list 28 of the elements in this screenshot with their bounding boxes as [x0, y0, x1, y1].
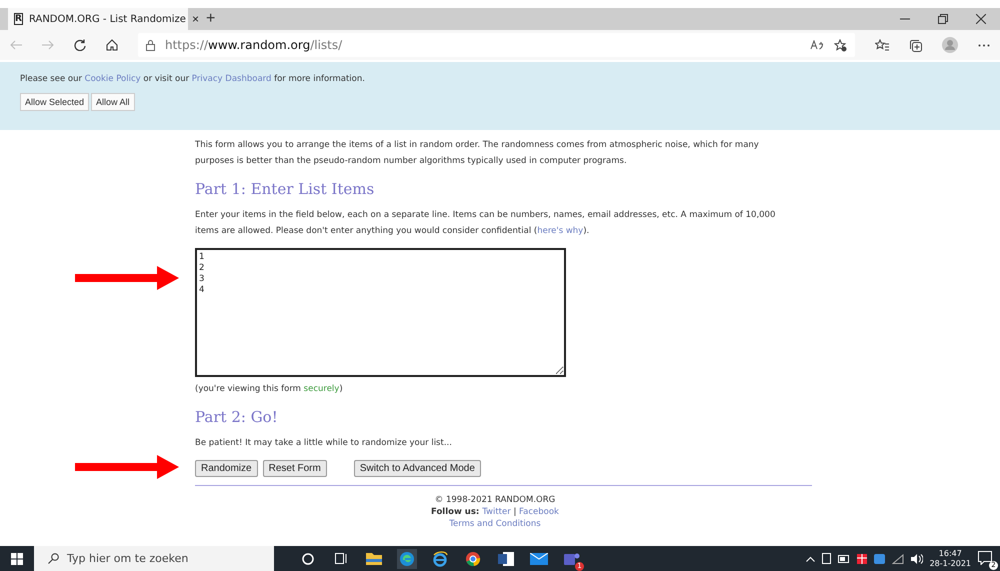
advanced-mode-button[interactable]: Switch to Advanced Mode	[354, 460, 481, 477]
twitter-link[interactable]: Twitter	[482, 507, 511, 517]
secure-note: (you're viewing this form securely)	[195, 383, 344, 396]
form-button[interactable]: Randomize	[195, 460, 258, 477]
taskbar-search-field[interactable]: Typ hier om te zoeken	[34, 546, 274, 571]
address-bar[interactable]: https://www.random.org/lists/	[138, 33, 855, 57]
section-heading: Part 2: Go!	[195, 407, 279, 427]
cookie-button[interactable]: Allow All	[91, 93, 135, 111]
r-logo-icon: R	[14, 13, 23, 25]
cookie-button[interactable]: Allow Selected	[20, 93, 90, 111]
follow-us-text: Follow us: Twitter | Facebook	[430, 506, 560, 518]
intro-paragraph: This form allows you to arrange the items of a list in random order. The randomness comes from atmospheric noise, which for many purposes is better than the pseudo-random number algorithms typically used in computer programs.	[195, 139, 760, 168]
cookie-notice: Please see our Cookie Policy or visit our Privacy Dashboard for more information.	[20, 74, 366, 84]
url-text: https://www.random.org/lists/	[165, 38, 342, 52]
secure-word: securely	[304, 384, 340, 394]
tab-close-button[interactable]: ×	[192, 12, 199, 26]
patience-note: Be patient! It may take a little while to randomize your list...	[195, 437, 453, 450]
new-tab-button[interactable]: +	[202, 10, 220, 28]
clock-time[interactable]: 16:47	[930, 548, 971, 558]
heres-why-link[interactable]: here's why	[537, 226, 584, 236]
form-button[interactable]: Reset Form	[262, 460, 327, 477]
instructions-paragraph: Enter your items in the field below, each on a separate line. Items can be numbers, names, email addresses, etc. A maximum of 10,000 items are allowed. Please don't enter anything you would consider confidential (here's why).	[195, 209, 776, 238]
list-items-field[interactable]: 1 2 3 4	[195, 248, 566, 377]
facebook-link[interactable]: Facebook	[519, 507, 559, 517]
terms-link[interactable]: Terms and Conditions	[449, 519, 541, 529]
clock-date[interactable]: 28-1-2021	[930, 558, 971, 568]
copyright-text: © 1998-2021 RANDOM.ORG	[434, 494, 556, 506]
section-heading: Part 1: Enter List Items	[195, 179, 376, 199]
